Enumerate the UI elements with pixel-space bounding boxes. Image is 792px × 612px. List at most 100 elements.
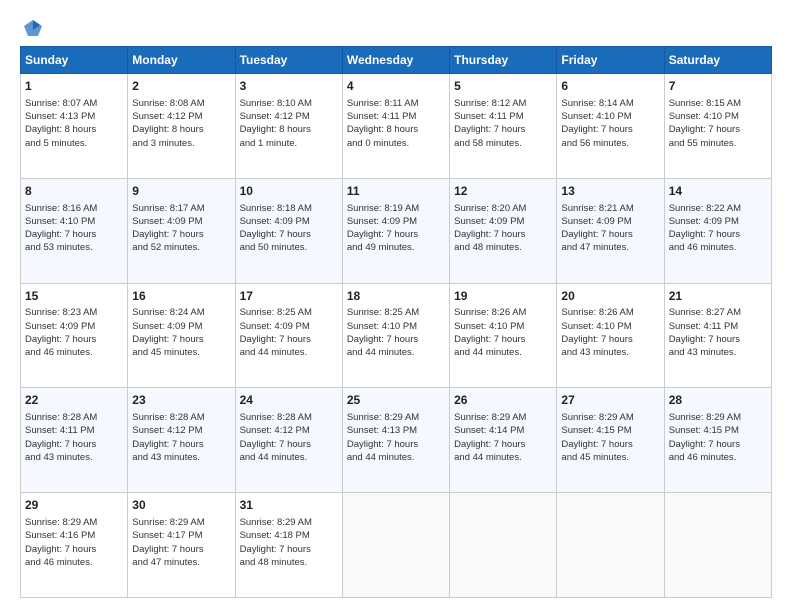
cell-text: Sunrise: 8:29 AM <box>25 516 123 529</box>
cell-text: and 43 minutes. <box>132 451 230 464</box>
cell-text: and 48 minutes. <box>240 556 338 569</box>
cell-text: Sunrise: 8:24 AM <box>132 306 230 319</box>
cell-text: Sunset: 4:09 PM <box>132 215 230 228</box>
cell-text: and 49 minutes. <box>347 241 445 254</box>
calendar-cell: 15Sunrise: 8:23 AMSunset: 4:09 PMDayligh… <box>21 283 128 388</box>
day-number: 12 <box>454 183 552 200</box>
day-number: 30 <box>132 497 230 514</box>
day-number: 28 <box>669 392 767 409</box>
calendar-cell: 16Sunrise: 8:24 AMSunset: 4:09 PMDayligh… <box>128 283 235 388</box>
cell-text: Daylight: 7 hours <box>240 543 338 556</box>
cell-text: Daylight: 7 hours <box>25 543 123 556</box>
cell-text: Sunset: 4:12 PM <box>240 110 338 123</box>
cell-text: and 50 minutes. <box>240 241 338 254</box>
cell-text: Sunset: 4:09 PM <box>240 320 338 333</box>
cell-text: Sunrise: 8:23 AM <box>25 306 123 319</box>
cell-text: Sunrise: 8:26 AM <box>454 306 552 319</box>
calendar-cell: 5Sunrise: 8:12 AMSunset: 4:11 PMDaylight… <box>450 74 557 179</box>
cell-text: Sunset: 4:17 PM <box>132 529 230 542</box>
cell-text: Sunset: 4:11 PM <box>25 424 123 437</box>
cell-text: Daylight: 7 hours <box>454 438 552 451</box>
day-number: 1 <box>25 78 123 95</box>
cell-text: Sunset: 4:09 PM <box>561 215 659 228</box>
cell-text: Sunrise: 8:17 AM <box>132 202 230 215</box>
cell-text: Sunrise: 8:29 AM <box>347 411 445 424</box>
cell-text: Daylight: 7 hours <box>347 333 445 346</box>
cell-text: Sunset: 4:11 PM <box>347 110 445 123</box>
cell-text: Daylight: 7 hours <box>669 333 767 346</box>
cell-text: Daylight: 7 hours <box>669 123 767 136</box>
cell-text: Daylight: 7 hours <box>561 123 659 136</box>
cell-text: Sunset: 4:09 PM <box>240 215 338 228</box>
cell-text: and 44 minutes. <box>454 346 552 359</box>
day-number: 8 <box>25 183 123 200</box>
day-number: 17 <box>240 288 338 305</box>
cell-text: and 1 minute. <box>240 137 338 150</box>
cell-text: and 56 minutes. <box>561 137 659 150</box>
day-header-wednesday: Wednesday <box>342 47 449 74</box>
calendar-cell: 13Sunrise: 8:21 AMSunset: 4:09 PMDayligh… <box>557 178 664 283</box>
cell-text: Daylight: 7 hours <box>454 333 552 346</box>
cell-text: and 46 minutes. <box>25 556 123 569</box>
cell-text: Daylight: 7 hours <box>240 228 338 241</box>
cell-text: Sunrise: 8:29 AM <box>132 516 230 529</box>
cell-text: and 52 minutes. <box>132 241 230 254</box>
day-number: 15 <box>25 288 123 305</box>
day-number: 27 <box>561 392 659 409</box>
cell-text: Sunset: 4:10 PM <box>25 215 123 228</box>
cell-text: Sunset: 4:10 PM <box>561 110 659 123</box>
cell-text: Daylight: 7 hours <box>669 438 767 451</box>
cell-text: Sunrise: 8:18 AM <box>240 202 338 215</box>
calendar-cell: 24Sunrise: 8:28 AMSunset: 4:12 PMDayligh… <box>235 388 342 493</box>
cell-text: Sunset: 4:13 PM <box>25 110 123 123</box>
calendar-cell: 7Sunrise: 8:15 AMSunset: 4:10 PMDaylight… <box>664 74 771 179</box>
week-row-3: 15Sunrise: 8:23 AM Sunset: 4:09 PM Dayligh… <box>21 283 772 388</box>
cell-text: Sunset: 4:16 PM <box>25 529 123 542</box>
cell-text: and 58 minutes. <box>454 137 552 150</box>
cell-text: Daylight: 7 hours <box>669 228 767 241</box>
cell-text: Sunset: 4:10 PM <box>561 320 659 333</box>
cell-text: Sunrise: 8:22 AM <box>669 202 767 215</box>
cell-text: Sunrise: 8:20 AM <box>454 202 552 215</box>
day-header-thursday: Thursday <box>450 47 557 74</box>
cell-text: Sunrise: 8:15 AM <box>669 97 767 110</box>
cell-text: Sunrise: 8:10 AM <box>240 97 338 110</box>
cell-text: Daylight: 8 hours <box>240 123 338 136</box>
cell-text: Sunrise: 8:29 AM <box>240 516 338 529</box>
cell-text: Daylight: 7 hours <box>132 438 230 451</box>
cell-text: Daylight: 7 hours <box>25 438 123 451</box>
cell-text: and 46 minutes. <box>669 241 767 254</box>
calendar-cell: 31Sunrise: 8:29 AMSunset: 4:18 PMDayligh… <box>235 493 342 598</box>
cell-text: and 43 minutes. <box>669 346 767 359</box>
cell-text: and 45 minutes. <box>561 451 659 464</box>
cell-text: Sunset: 4:09 PM <box>669 215 767 228</box>
calendar: SundayMondayTuesdayWednesdayThursdayFrid… <box>20 46 772 598</box>
calendar-cell <box>450 493 557 598</box>
cell-text: and 47 minutes. <box>132 556 230 569</box>
day-number: 23 <box>132 392 230 409</box>
cell-text: Sunset: 4:10 PM <box>347 320 445 333</box>
cell-text: Daylight: 7 hours <box>347 228 445 241</box>
day-number: 20 <box>561 288 659 305</box>
day-number: 3 <box>240 78 338 95</box>
cell-text: Daylight: 7 hours <box>25 333 123 346</box>
day-number: 13 <box>561 183 659 200</box>
page: SundayMondayTuesdayWednesdayThursdayFrid… <box>0 0 792 612</box>
day-number: 22 <box>25 392 123 409</box>
cell-text: Daylight: 7 hours <box>561 438 659 451</box>
cell-text: Sunrise: 8:07 AM <box>25 97 123 110</box>
cell-text: Daylight: 7 hours <box>240 438 338 451</box>
logo-flag-icon <box>22 18 44 40</box>
cell-text: and 0 minutes. <box>347 137 445 150</box>
cell-text: Sunrise: 8:27 AM <box>669 306 767 319</box>
day-number: 7 <box>669 78 767 95</box>
cell-text: Sunset: 4:12 PM <box>240 424 338 437</box>
day-number: 2 <box>132 78 230 95</box>
cell-text: Sunset: 4:11 PM <box>454 110 552 123</box>
calendar-cell: 9Sunrise: 8:17 AMSunset: 4:09 PMDaylight… <box>128 178 235 283</box>
cell-text: Sunset: 4:09 PM <box>454 215 552 228</box>
cell-text: Daylight: 8 hours <box>25 123 123 136</box>
calendar-cell: 11Sunrise: 8:19 AMSunset: 4:09 PMDayligh… <box>342 178 449 283</box>
day-number: 24 <box>240 392 338 409</box>
cell-text: and 53 minutes. <box>25 241 123 254</box>
